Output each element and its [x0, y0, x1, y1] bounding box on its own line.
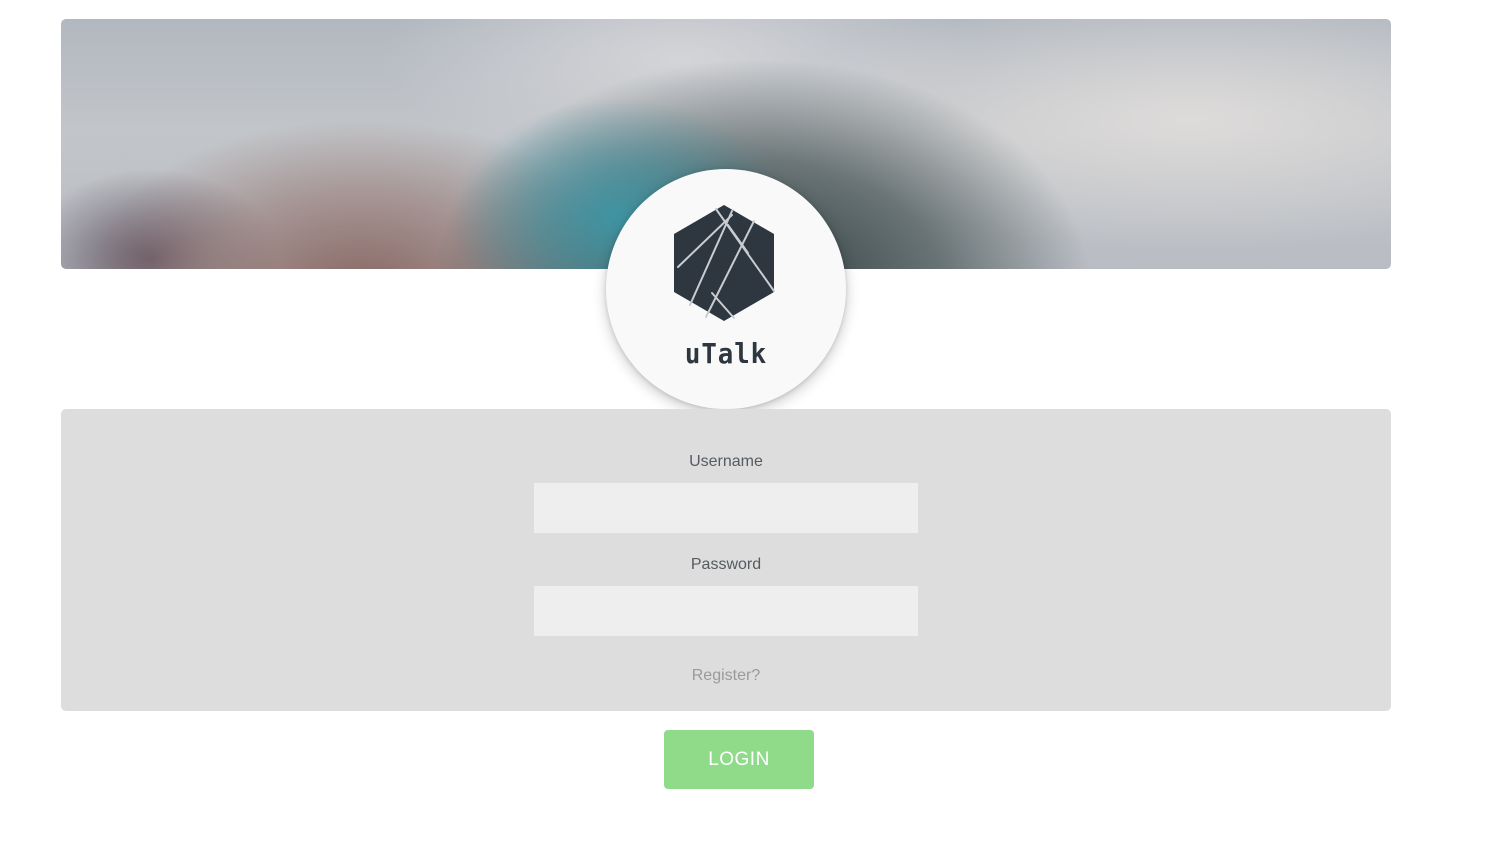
- hexagon-logo-icon: [674, 205, 775, 321]
- logo-badge: uTalk: [606, 169, 846, 409]
- register-link[interactable]: Register?: [692, 667, 760, 684]
- login-form-panel: Username Password Register?: [61, 409, 1391, 711]
- username-label: Username: [689, 453, 763, 470]
- username-input[interactable]: [534, 483, 918, 533]
- login-page: uTalk Username Password Register? LOGIN: [0, 0, 1505, 864]
- login-button[interactable]: LOGIN: [664, 730, 814, 789]
- register-link-row: Register?: [61, 667, 1391, 685]
- brand-name: uTalk: [684, 337, 768, 370]
- password-label: Password: [690, 556, 762, 573]
- password-input[interactable]: [534, 586, 918, 636]
